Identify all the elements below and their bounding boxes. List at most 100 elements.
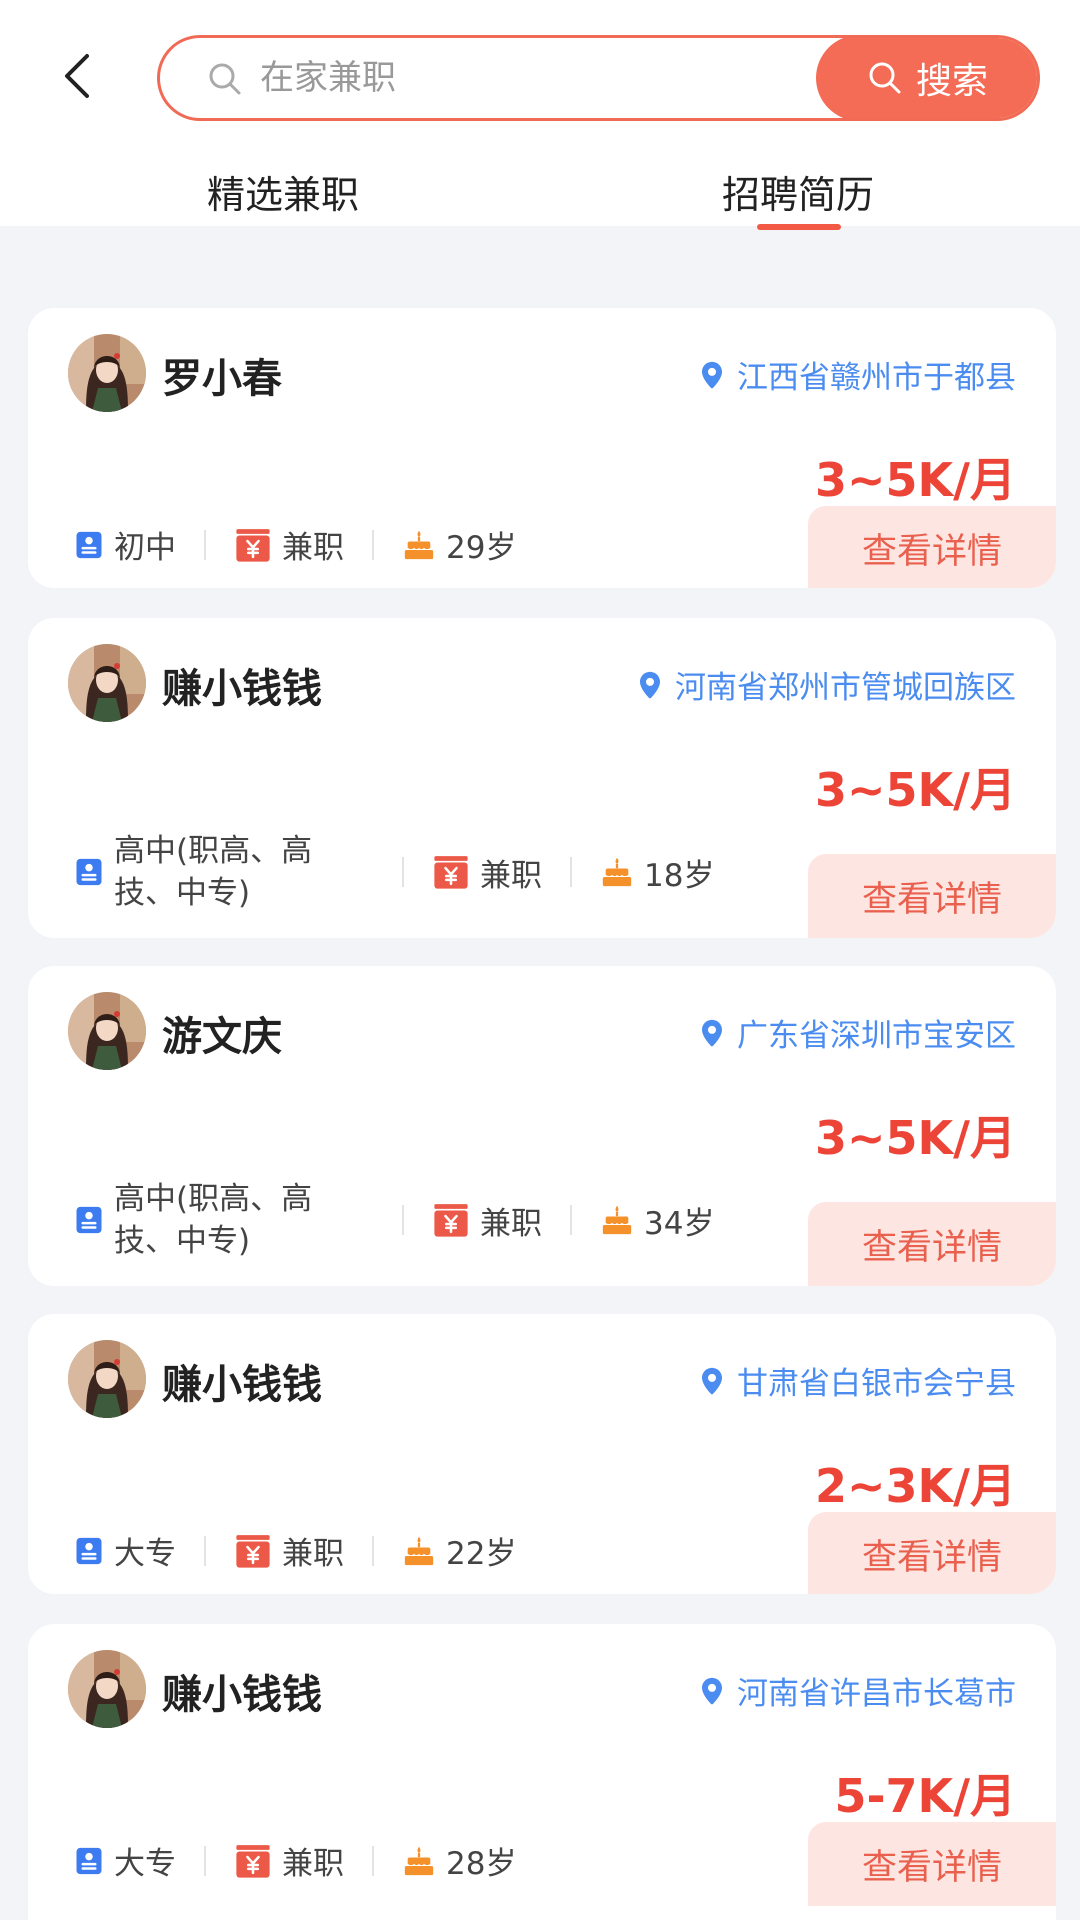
candidate-name: 赚小钱钱	[162, 1672, 322, 1718]
job-type: 兼职	[234, 522, 344, 567]
divider	[204, 1845, 206, 1876]
job-type: 兼职	[234, 1838, 344, 1883]
id-card-icon	[74, 1205, 104, 1235]
tab-bar: 精选兼职 招聘简历	[0, 150, 1080, 230]
location-pin-icon	[635, 668, 665, 702]
job-type-text: 兼职	[480, 857, 542, 894]
yen-wallet-icon	[234, 526, 272, 564]
job-type: 兼职	[432, 1198, 542, 1243]
chevron-left-icon	[65, 54, 89, 98]
resume-card[interactable]: 赚小钱钱 河南省郑州市管城回族区 3~5K/月 高中(职高、高技、中专) 兼职 …	[28, 618, 1056, 938]
view-details-button[interactable]: 查看详情	[808, 1512, 1056, 1594]
resume-card[interactable]: 罗小春 江西省赣州市于都县 3~5K/月 初中 兼职 29岁 查看详情	[28, 308, 1056, 588]
candidate-meta: 高中(职高、高技、中专) 兼职 34岁	[74, 1178, 714, 1262]
education: 初中	[74, 522, 176, 567]
candidate-meta: 大专 兼职 28岁	[74, 1838, 516, 1883]
active-tab-indicator	[757, 224, 841, 230]
location: 江西省赣州市于都县	[697, 352, 1016, 397]
birthday-cake-icon	[600, 855, 634, 889]
age-text: 29岁	[446, 530, 517, 566]
age: 34岁	[600, 1198, 714, 1243]
salary: 3~5K/月	[814, 453, 1016, 507]
location-text: 甘肃省白银市会宁县	[737, 1366, 1016, 1402]
education-text: 大专	[114, 1536, 176, 1572]
divider	[372, 1845, 374, 1876]
view-details-button[interactable]: 查看详情	[808, 1202, 1056, 1286]
view-details-button[interactable]: 查看详情	[808, 1822, 1056, 1906]
avatar	[68, 334, 146, 412]
divider	[402, 857, 404, 887]
search-input[interactable]	[260, 38, 860, 118]
top-bar: 搜索 精选兼职 招聘简历	[0, 0, 1080, 230]
avatar	[68, 644, 146, 722]
candidate-meta: 初中 兼职 29岁	[74, 522, 516, 567]
candidate-name: 罗小春	[162, 356, 282, 402]
location: 甘肃省白银市会宁县	[697, 1358, 1016, 1403]
yen-wallet-icon	[432, 853, 470, 891]
divider	[570, 1205, 572, 1235]
location-pin-icon	[697, 358, 727, 392]
search-button-label: 搜索	[915, 61, 988, 102]
education: 大专	[74, 1838, 176, 1883]
education: 高中(职高、高技、中专)	[74, 830, 374, 914]
yen-wallet-icon	[234, 1532, 272, 1570]
education-text: 高中(职高、高技、中专)	[114, 833, 313, 911]
divider	[402, 1205, 404, 1235]
location-text: 河南省郑州市管城回族区	[675, 670, 1016, 706]
candidate-name: 赚小钱钱	[162, 1362, 322, 1408]
avatar	[68, 1340, 146, 1418]
location-pin-icon	[697, 1016, 727, 1050]
resume-card[interactable]: 赚小钱钱 河南省许昌市长葛市 5-7K/月 大专 兼职 28岁 查看详情	[28, 1624, 1056, 1920]
salary: 5-7K/月	[834, 1769, 1016, 1823]
yen-wallet-icon	[234, 1842, 272, 1880]
location-text: 河南省许昌市长葛市	[737, 1676, 1016, 1712]
back-button[interactable]	[50, 50, 102, 102]
search-button[interactable]: 搜索	[816, 38, 1037, 118]
education-text: 初中	[114, 530, 176, 566]
education-text: 大专	[114, 1846, 176, 1882]
divider	[372, 1535, 374, 1566]
job-type-text: 兼职	[480, 1205, 542, 1242]
divider	[204, 1535, 206, 1566]
search-icon	[209, 63, 241, 95]
view-details-button[interactable]: 查看详情	[808, 506, 1056, 588]
salary: 3~5K/月	[814, 1111, 1016, 1165]
education: 大专	[74, 1528, 176, 1573]
salary: 2~3K/月	[814, 1459, 1016, 1513]
job-type-text: 兼职	[282, 1536, 344, 1572]
age: 22岁	[402, 1528, 516, 1573]
location-text: 江西省赣州市于都县	[737, 360, 1016, 396]
education-text: 高中(职高、高技、中专)	[114, 1181, 313, 1259]
age: 29岁	[402, 522, 516, 567]
resume-card[interactable]: 赚小钱钱 甘肃省白银市会宁县 2~3K/月 大专 兼职 22岁 查看详情	[28, 1314, 1056, 1594]
salary: 3~5K/月	[814, 763, 1016, 817]
age-text: 34岁	[644, 1205, 715, 1242]
birthday-cake-icon	[402, 528, 436, 562]
age-text: 28岁	[446, 1846, 517, 1882]
candidate-meta: 高中(职高、高技、中专) 兼职 18岁	[74, 830, 714, 914]
birthday-cake-icon	[402, 1534, 436, 1568]
candidate-name: 赚小钱钱	[162, 666, 322, 712]
job-type-text: 兼职	[282, 530, 344, 566]
tab-featured-jobs[interactable]: 精选兼职	[207, 164, 359, 219]
birthday-cake-icon	[600, 1203, 634, 1237]
search-icon	[869, 62, 901, 94]
tab-resumes[interactable]: 招聘简历	[722, 164, 874, 219]
candidate-name: 游文庆	[162, 1014, 282, 1060]
id-card-icon	[74, 1536, 104, 1566]
education: 高中(职高、高技、中专)	[74, 1178, 374, 1262]
location-pin-icon	[697, 1364, 727, 1398]
id-card-icon	[74, 857, 104, 887]
location: 河南省郑州市管城回族区	[635, 662, 1016, 707]
age-text: 22岁	[446, 1536, 517, 1572]
resume-card[interactable]: 游文庆 广东省深圳市宝安区 3~5K/月 高中(职高、高技、中专) 兼职 34岁…	[28, 966, 1056, 1286]
job-type: 兼职	[234, 1528, 344, 1573]
birthday-cake-icon	[402, 1844, 436, 1878]
age: 18岁	[600, 850, 714, 895]
avatar	[68, 992, 146, 1070]
location-text: 广东省深圳市宝安区	[737, 1018, 1016, 1054]
view-details-button[interactable]: 查看详情	[808, 854, 1056, 938]
id-card-icon	[74, 1846, 104, 1876]
location-pin-icon	[697, 1674, 727, 1708]
divider	[372, 529, 374, 560]
